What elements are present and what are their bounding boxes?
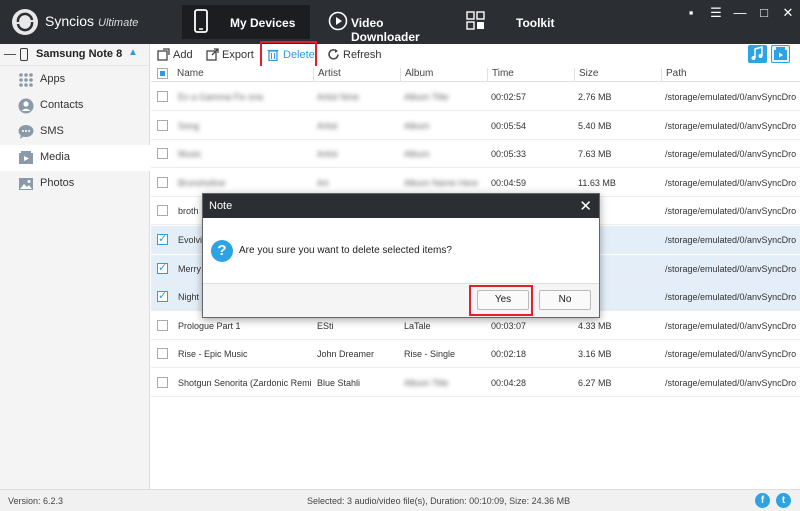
question-icon: ? xyxy=(211,240,233,262)
dialog-header: Note ✕ xyxy=(203,194,599,218)
delete-confirm-dialog: Note ✕ ? Are you sure you want to delete… xyxy=(202,193,600,318)
dialog-close-icon[interactable]: ✕ xyxy=(579,197,592,215)
dialog-body: ? Are you sure you want to delete select… xyxy=(203,218,599,284)
modal-overlay: Note ✕ ? Are you sure you want to delete… xyxy=(0,0,800,511)
yes-highlight xyxy=(469,285,533,316)
dialog-message: Are you sure you want to delete selected… xyxy=(239,245,452,256)
no-button[interactable]: No xyxy=(539,290,591,310)
dialog-title: Note xyxy=(209,200,233,212)
